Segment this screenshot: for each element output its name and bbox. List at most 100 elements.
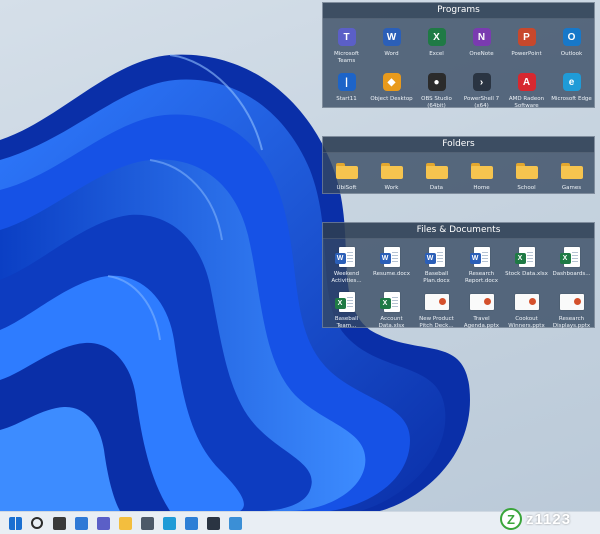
word-doc-icon: W bbox=[469, 245, 494, 269]
fence-item[interactable]: Data bbox=[414, 156, 459, 201]
fence-item-label: OneNote bbox=[469, 51, 494, 57]
programs-grid: T Microsoft Teams W Word X Excel N OneNote P Powe… bbox=[323, 19, 594, 112]
fence-item[interactable]: W Word bbox=[369, 22, 414, 67]
fence-item[interactable]: e Microsoft Edge bbox=[549, 67, 594, 112]
onenote-icon: N bbox=[470, 25, 494, 49]
app-glyph: T bbox=[337, 28, 356, 46]
fence-title-files-documents[interactable]: Files & Documents bbox=[323, 223, 594, 239]
fence-item[interactable]: W Baseball Plan.docx bbox=[414, 242, 459, 287]
fence-item[interactable]: UbiSoft bbox=[324, 156, 369, 201]
fence-item-label: PowerPoint bbox=[511, 51, 542, 57]
fence-title-folders[interactable]: Folders bbox=[323, 137, 594, 153]
search-icon[interactable] bbox=[26, 512, 48, 534]
fence-item-label: UbiSoft bbox=[336, 185, 357, 191]
excel-doc-icon: X bbox=[559, 245, 584, 269]
fence-item[interactable]: T Microsoft Teams bbox=[324, 22, 369, 67]
folder-icon bbox=[335, 159, 359, 183]
pptx-thumb-icon bbox=[469, 290, 494, 314]
fence-item-label: Stock Data.xlsx bbox=[505, 271, 548, 277]
fence-item[interactable]: New Product Pitch Deck... bbox=[414, 287, 459, 332]
edge-icon: e bbox=[560, 70, 584, 94]
fence-item-label: PowerShell 7 (x64) bbox=[463, 96, 500, 109]
word-doc-icon: W bbox=[379, 245, 404, 269]
fence-folders[interactable]: Folders UbiSoft Work Data Home School Games bbox=[322, 136, 595, 194]
terminal-icon[interactable] bbox=[202, 512, 224, 534]
fence-item[interactable]: W Resume.docx bbox=[369, 242, 414, 287]
store-icon[interactable] bbox=[180, 512, 202, 534]
excel-doc-icon: X bbox=[514, 245, 539, 269]
fence-files-documents[interactable]: Files & Documents W Weekend Activities...… bbox=[322, 222, 595, 329]
task-view-icon[interactable] bbox=[48, 512, 70, 534]
start11-icon: | bbox=[335, 70, 359, 94]
folder-icon bbox=[515, 159, 539, 183]
fence-item[interactable]: Work bbox=[369, 156, 414, 201]
fence-item[interactable]: A AMD Radeon Software bbox=[504, 67, 549, 112]
excel-icon: X bbox=[425, 25, 449, 49]
fence-item[interactable]: Games bbox=[549, 156, 594, 201]
fence-item[interactable]: School bbox=[504, 156, 549, 201]
app-glyph: › bbox=[472, 73, 491, 91]
fence-item[interactable]: X Account Data.xlsx bbox=[369, 287, 414, 332]
app-glyph: W bbox=[382, 28, 401, 46]
fence-item[interactable]: W Weekend Activities... bbox=[324, 242, 369, 287]
fence-title-programs[interactable]: Programs bbox=[323, 3, 594, 19]
fence-item-label: Cookout Winners.pptx bbox=[508, 316, 545, 329]
folder-icon bbox=[380, 159, 404, 183]
fence-item-label: Dashboards... bbox=[552, 271, 591, 277]
fence-item-label: Object Desktop bbox=[370, 96, 413, 102]
watermark-logo: Z bbox=[500, 508, 522, 530]
folder-icon bbox=[560, 159, 584, 183]
fence-item[interactable]: ● OBS Studio (64bit) bbox=[414, 67, 459, 112]
fence-item[interactable]: W Research Report.docx bbox=[459, 242, 504, 287]
widgets-icon[interactable] bbox=[70, 512, 92, 534]
fence-item[interactable]: | Start11 bbox=[324, 67, 369, 112]
fence-item[interactable]: X Dashboards... bbox=[549, 242, 594, 287]
teams-icon: T bbox=[335, 25, 359, 49]
folder-icon bbox=[470, 159, 494, 183]
amd-radeon-icon: A bbox=[515, 70, 539, 94]
fence-item-label: Weekend Activities... bbox=[331, 271, 362, 284]
fence-item-label: Excel bbox=[429, 51, 444, 57]
app-glyph: N bbox=[472, 28, 491, 46]
chat-icon[interactable] bbox=[92, 512, 114, 534]
fence-item[interactable]: Home bbox=[459, 156, 504, 201]
fence-item[interactable]: ◆ Object Desktop bbox=[369, 67, 414, 112]
app-glyph: O bbox=[562, 28, 581, 46]
taskbar-icons bbox=[4, 512, 246, 534]
fence-item-label: Games bbox=[561, 185, 582, 191]
fence-item-label: Account Data.xlsx bbox=[378, 316, 405, 329]
app-glyph: | bbox=[337, 73, 356, 91]
fence-item-label: Baseball Team... bbox=[334, 316, 359, 329]
fence-item[interactable]: P PowerPoint bbox=[504, 22, 549, 67]
fence-item-label: Start11 bbox=[336, 96, 357, 102]
fence-item[interactable]: X Baseball Team... bbox=[324, 287, 369, 332]
fence-item-label: Resume.docx bbox=[373, 271, 410, 277]
camera-icon[interactable] bbox=[136, 512, 158, 534]
fence-item[interactable]: › PowerShell 7 (x64) bbox=[459, 67, 504, 112]
fence-item[interactable]: X Stock Data.xlsx bbox=[504, 242, 549, 287]
fence-item[interactable]: N OneNote bbox=[459, 22, 504, 67]
fence-item-label: Travel Agenda.pptx bbox=[463, 316, 500, 329]
fence-item-label: New Product Pitch Deck... bbox=[419, 316, 454, 329]
fence-item[interactable]: X Excel bbox=[414, 22, 459, 67]
fence-programs[interactable]: Programs T Microsoft Teams W Word X Excel N One… bbox=[322, 2, 595, 109]
folder-icon bbox=[425, 159, 449, 183]
word-doc-icon: W bbox=[334, 245, 359, 269]
fence-item[interactable]: Travel Agenda.pptx bbox=[459, 287, 504, 332]
start-icon[interactable] bbox=[4, 512, 26, 534]
obs-icon: ● bbox=[425, 70, 449, 94]
globe-icon[interactable] bbox=[224, 512, 246, 534]
watermark-text: z1123 bbox=[526, 510, 572, 528]
fence-item-label: School bbox=[517, 185, 536, 191]
pptx-thumb-icon bbox=[559, 290, 584, 314]
fence-item[interactable]: Research Displays.pptx bbox=[549, 287, 594, 332]
fence-item[interactable]: Cookout Winners.pptx bbox=[504, 287, 549, 332]
fence-item-label: AMD Radeon Software bbox=[508, 96, 545, 109]
pptx-thumb-icon bbox=[424, 290, 449, 314]
fence-item[interactable]: O Outlook bbox=[549, 22, 594, 67]
excel-doc-icon: X bbox=[334, 290, 359, 314]
edge-icon[interactable] bbox=[158, 512, 180, 534]
fence-item-label: Baseball Plan.docx bbox=[423, 271, 450, 284]
file-explorer-icon[interactable] bbox=[114, 512, 136, 534]
folders-grid: UbiSoft Work Data Home School Games bbox=[323, 153, 594, 201]
